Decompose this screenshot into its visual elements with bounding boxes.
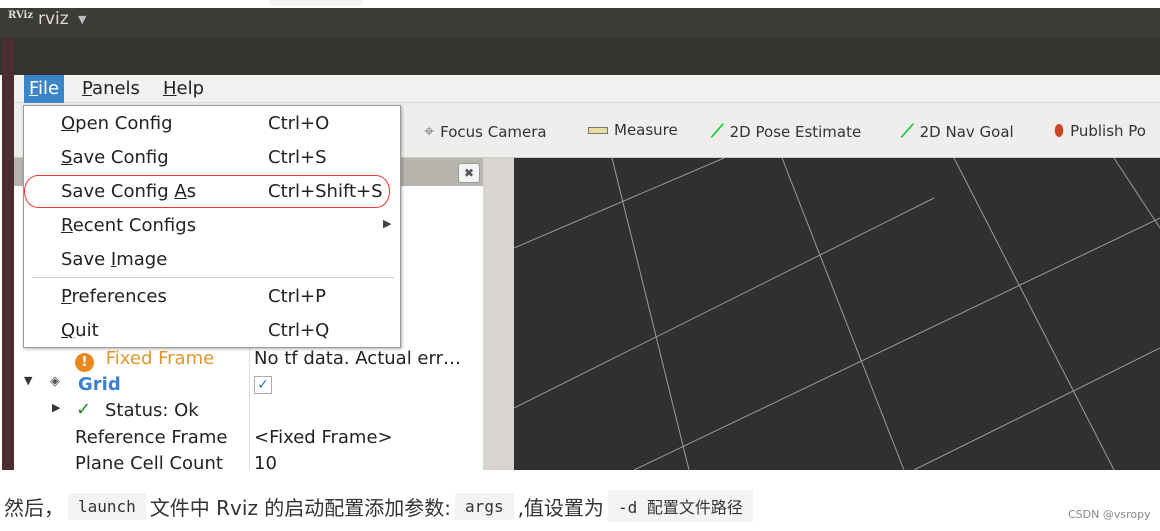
splitter[interactable] bbox=[483, 158, 514, 470]
green-arrow-icon: ⟋ bbox=[901, 121, 914, 142]
reference-frame-label: Reference Frame bbox=[75, 427, 228, 448]
fixed-frame-value: No tf data. Actual err… bbox=[254, 348, 461, 369]
menu-panels[interactable]: Panels bbox=[77, 75, 145, 103]
green-arrow-icon: ⟋ bbox=[711, 121, 724, 142]
submenu-arrow-icon: ▶ bbox=[383, 217, 392, 230]
publish-point-button[interactable]: ⬮ Publish Po bbox=[1054, 121, 1146, 141]
3d-view[interactable] bbox=[513, 157, 1160, 471]
shortcut: Ctrl+P bbox=[268, 286, 326, 307]
fixed-frame-row[interactable]: ! Fixed Frame bbox=[75, 348, 214, 372]
2d-nav-goal-button[interactable]: ⟋ 2D Nav Goal bbox=[901, 121, 1014, 142]
ruler-icon bbox=[588, 126, 608, 134]
shortcut: Ctrl+O bbox=[268, 113, 330, 134]
status-label[interactable]: Status: Ok bbox=[105, 400, 199, 421]
menu-item-save-image[interactable]: Save Image bbox=[61, 249, 167, 270]
top-strip bbox=[0, 0, 1160, 8]
left-edge bbox=[2, 38, 14, 470]
menu-item-preferences[interactable]: Preferences bbox=[61, 286, 167, 307]
collapse-arrow-icon[interactable]: ▼ bbox=[24, 374, 32, 387]
shortcut: Ctrl+S bbox=[268, 147, 327, 168]
focus-camera-button[interactable]: ⌖ Focus Camera bbox=[424, 121, 547, 142]
window-title[interactable]: rviz bbox=[38, 9, 69, 29]
shortcut: Ctrl+Q bbox=[268, 320, 330, 341]
check-icon: ✓ bbox=[76, 399, 92, 420]
grid-checkbox[interactable]: ✓ bbox=[254, 376, 272, 394]
map-pin-icon: ⬮ bbox=[1054, 121, 1065, 140]
caret-down-icon[interactable]: ▼ bbox=[78, 13, 86, 26]
measure-button[interactable]: Measure bbox=[588, 121, 678, 139]
menu-help[interactable]: Help bbox=[158, 75, 209, 103]
rviz-logo: RViz bbox=[8, 10, 34, 21]
grid-icon: ◈ bbox=[50, 374, 60, 389]
title-strip bbox=[0, 38, 1160, 75]
menu-item-quit[interactable]: Quit bbox=[61, 320, 99, 341]
top-box bbox=[270, 0, 362, 6]
menubar: File Panels Help bbox=[14, 75, 1160, 103]
menu-item-recent-configs[interactable]: Recent Configs bbox=[61, 215, 196, 236]
expand-arrow-icon[interactable]: ▶ bbox=[52, 401, 60, 414]
code-launch: launch bbox=[68, 492, 146, 520]
menu-item-open-config[interactable]: Open Config bbox=[61, 113, 173, 134]
menu-file[interactable]: File bbox=[24, 75, 65, 103]
menu-separator bbox=[32, 277, 394, 278]
crosshair-icon: ⌖ bbox=[424, 121, 435, 142]
file-menu-dropdown: Open Config Ctrl+O Save Config Ctrl+S Sa… bbox=[23, 105, 401, 348]
close-icon[interactable]: ✖ bbox=[458, 163, 480, 183]
warning-icon: ! bbox=[75, 353, 94, 372]
grid-label[interactable]: Grid bbox=[78, 374, 121, 395]
watermark: CSDN @vsropy bbox=[1068, 508, 1151, 521]
caption-text: 然后， launch 文件中 Rviz 的启动配置添加参数: args ,值设置… bbox=[4, 490, 757, 522]
menu-item-save-config[interactable]: Save Config bbox=[61, 147, 169, 168]
reference-frame-value[interactable]: <Fixed Frame> bbox=[254, 427, 393, 448]
grid-lines bbox=[513, 157, 1160, 471]
code-args: args bbox=[455, 492, 514, 520]
title-bar bbox=[0, 8, 1160, 38]
annotation-ellipse bbox=[24, 175, 390, 208]
code-d: -d 配置文件路径 bbox=[607, 490, 753, 522]
2d-pose-estimate-button[interactable]: ⟋ 2D Pose Estimate bbox=[711, 121, 861, 142]
